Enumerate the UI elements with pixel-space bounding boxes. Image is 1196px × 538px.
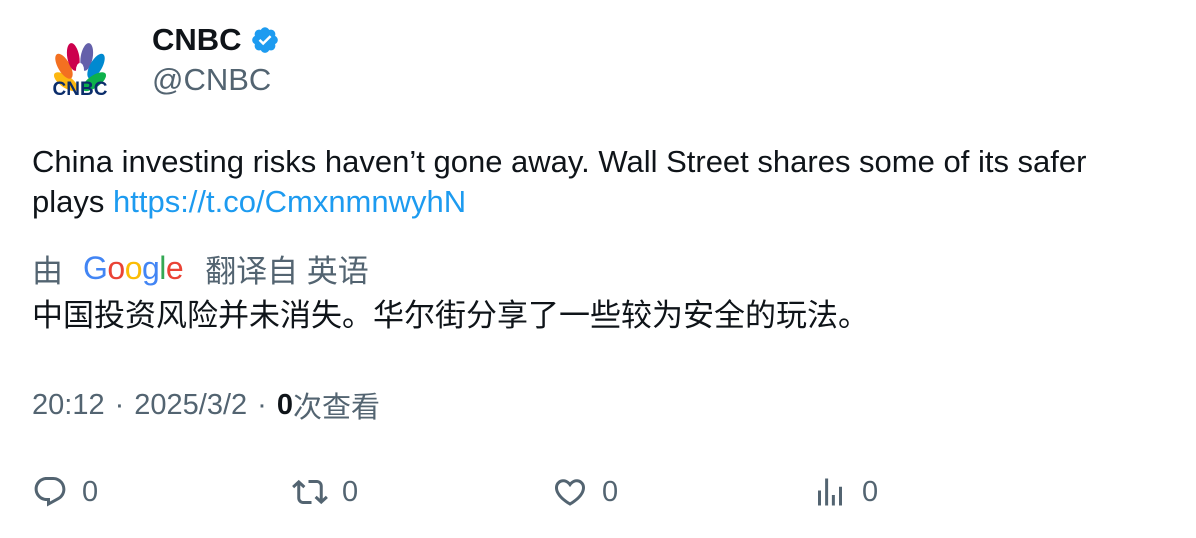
retweet-button[interactable]: 0 (292, 470, 358, 514)
verified-badge-icon (251, 27, 278, 53)
translation-attribution: 由 Google 翻译自 英语 (32, 246, 369, 290)
cnbc-peacock-logo: CNBC (53, 43, 108, 100)
views-icon (818, 478, 842, 506)
action-bar: 0 0 0 0 (32, 470, 1132, 514)
tweet-meta: 20:12 · 2025/3/2 · 0 次查看 (32, 384, 380, 426)
views-count: 0 (276, 388, 293, 421)
reply-icon (34, 477, 66, 507)
translation-prefix: 由 (32, 253, 63, 289)
tweet-text: China investing risks haven’t gone away.… (32, 142, 1162, 222)
meta-separator: · (114, 388, 125, 421)
views-button[interactable]: 0 (812, 470, 878, 514)
translated-text: 中国投资风险并未消失。华尔街分享了一些较为安全的玩法。 (32, 298, 869, 333)
account-handle[interactable]: @CNBC (152, 62, 271, 98)
reply-count: 0 (82, 475, 99, 508)
tweet-link[interactable]: https://t.co/CmxnmnwyhN (113, 184, 466, 219)
account-name[interactable]: CNBC (152, 22, 242, 58)
like-button[interactable]: 0 (552, 470, 618, 514)
views-label: 次查看 (292, 392, 380, 424)
tweet-time[interactable]: 20:12 (32, 389, 105, 422)
reply-button[interactable]: 0 (32, 470, 98, 514)
like-icon (554, 479, 586, 506)
account-name-row: CNBC (152, 22, 280, 58)
views-action-count: 0 (862, 475, 879, 508)
meta-separator: · (257, 388, 267, 421)
logo-wordmark: CNBC (53, 79, 108, 100)
tweet-date[interactable]: 2025/3/2 (134, 389, 247, 422)
google-logo: Google (83, 249, 184, 286)
retweet-count: 0 (342, 475, 359, 508)
retweet-icon (292, 479, 328, 505)
translation-suffix: 翻译自 英语 (205, 253, 369, 289)
account-avatar[interactable]: CNBC (32, 22, 128, 118)
like-count: 0 (602, 475, 619, 508)
